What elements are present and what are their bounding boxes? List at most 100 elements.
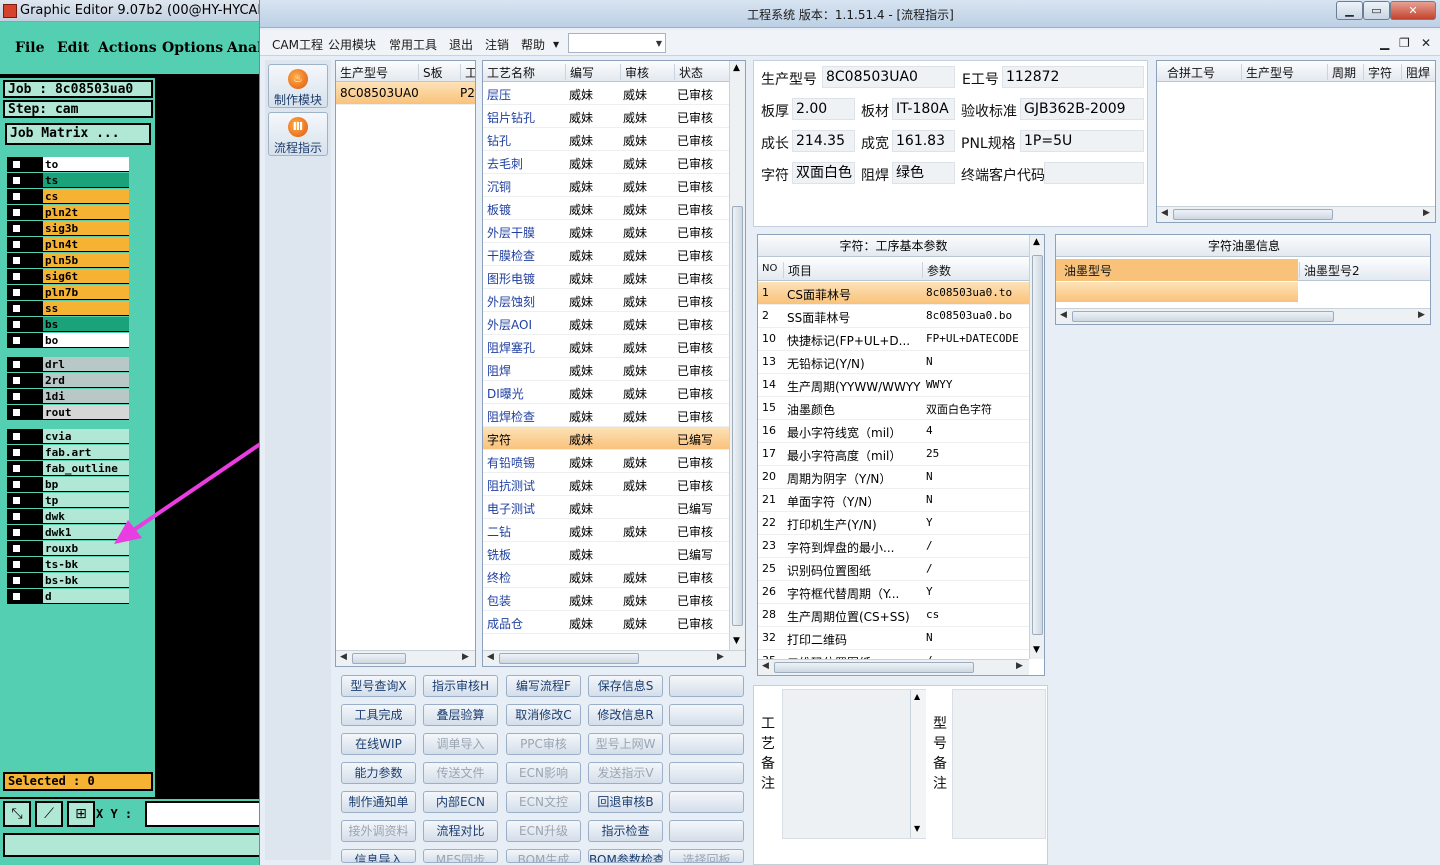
menu-logout[interactable]: 注销: [485, 36, 509, 53]
table-row[interactable]: 终检 威妹 威妹 已审核: [483, 565, 729, 588]
menu-exit[interactable]: 退出: [449, 36, 473, 53]
layer-checkbox-cell[interactable]: [7, 317, 43, 332]
col-status[interactable]: 状态: [674, 64, 729, 80]
layer-name[interactable]: bo: [43, 333, 129, 348]
menu-file[interactable]: File: [15, 40, 44, 56]
table-row[interactable]: 阻焊塞孔 威妹 威妹 已审核: [483, 335, 729, 358]
table-row[interactable]: 铝片钻孔 威妹 威妹 已审核: [483, 105, 729, 128]
param-row[interactable]: 2 SS面菲林号 8c08503ua0.bo: [758, 305, 1029, 328]
layer-checkbox[interactable]: [11, 495, 22, 506]
col-merge-char[interactable]: 字符: [1363, 64, 1401, 80]
layer-item[interactable]: bs: [7, 317, 129, 332]
layer-item[interactable]: pln7b: [7, 285, 129, 300]
layer-checkbox[interactable]: [11, 407, 22, 418]
layer-checkbox-cell[interactable]: [7, 461, 43, 476]
layer-checkbox-cell[interactable]: [7, 589, 43, 604]
col-s-board[interactable]: S板: [418, 64, 460, 80]
layer-checkbox[interactable]: [11, 191, 22, 202]
char-field[interactable]: 双面白色: [792, 162, 855, 184]
param-row[interactable]: 32 打印二维码 N: [758, 627, 1029, 650]
layer-name[interactable]: pln7b: [43, 285, 129, 300]
layer-name[interactable]: ts: [43, 173, 129, 188]
action-button[interactable]: 内部ECN: [423, 791, 498, 813]
layer-checkbox[interactable]: [11, 559, 22, 570]
layer-checkbox[interactable]: [11, 239, 22, 250]
layer-checkbox[interactable]: [11, 575, 22, 586]
menu-analysis[interactable]: Anal: [227, 40, 262, 56]
layer-checkbox-cell[interactable]: [7, 557, 43, 572]
layer-item[interactable]: ts: [7, 173, 129, 188]
table-row[interactable]: 电子测试 威妹 已编写: [483, 496, 729, 519]
layer-checkbox-cell[interactable]: [7, 429, 43, 444]
layer-item[interactable]: pln5b: [7, 253, 129, 268]
layer-item[interactable]: pln4t: [7, 237, 129, 252]
layer-name[interactable]: to: [43, 157, 129, 172]
layer-name[interactable]: ss: [43, 301, 129, 316]
layer-checkbox[interactable]: [11, 591, 22, 602]
param-row[interactable]: 22 打印机生产(Y/N) Y: [758, 512, 1029, 535]
table-row[interactable]: 阻焊 威妹 威妹 已审核: [483, 358, 729, 381]
ink-hscroll[interactable]: ◀ ▶: [1056, 308, 1430, 324]
action-button[interactable]: ECN影响: [506, 762, 581, 784]
job-matrix-button[interactable]: Job Matrix ...: [5, 123, 151, 145]
table-row[interactable]: 外层蚀刻 威妹 威妹 已审核: [483, 289, 729, 312]
table-row[interactable]: 沉铜 威妹 威妹 已审核: [483, 174, 729, 197]
menu-cam[interactable]: CAM工程: [272, 36, 323, 53]
scroll-thumb[interactable]: [1173, 209, 1333, 220]
table-row[interactable]: 外层AOI 威妹 威妹 已审核: [483, 312, 729, 335]
layer-checkbox-cell[interactable]: [7, 389, 43, 404]
layer-name[interactable]: d: [43, 589, 129, 604]
layer-checkbox[interactable]: [11, 255, 22, 266]
table-row[interactable]: 阻抗测试 威妹 威妹 已审核: [483, 473, 729, 496]
action-button[interactable]: 指示审核H: [423, 675, 498, 697]
action-button[interactable]: 信息导入: [341, 849, 416, 863]
param-row[interactable]: 25 识别码位置图纸 /: [758, 558, 1029, 581]
action-button[interactable]: 型号查询X: [341, 675, 416, 697]
layer-checkbox-cell[interactable]: [7, 541, 43, 556]
zoom-fit-icon[interactable]: ⤡: [3, 801, 31, 827]
layer-checkbox-cell[interactable]: [7, 373, 43, 388]
layer-checkbox-cell[interactable]: [7, 509, 43, 524]
layer-item[interactable]: ts-bk: [7, 557, 129, 572]
length-field[interactable]: 214.35: [792, 130, 855, 152]
layer-checkbox[interactable]: [11, 319, 22, 330]
layer-checkbox-cell[interactable]: [7, 173, 43, 188]
scroll-thumb[interactable]: [499, 653, 639, 664]
layer-name[interactable]: sig3b: [43, 221, 129, 236]
layer-name[interactable]: pln4t: [43, 237, 129, 252]
table-row[interactable]: 字符 威妹 已编写: [483, 427, 729, 450]
nav-flow-indication[interactable]: Ⅲ 流程指示: [268, 112, 328, 156]
layer-checkbox-cell[interactable]: [7, 573, 43, 588]
col-ink-model[interactable]: 油墨型号: [1056, 259, 1298, 281]
action-button[interactable]: [669, 704, 744, 726]
param-row[interactable]: 20 周期为阴字（Y/N） N: [758, 466, 1029, 489]
material-field[interactable]: IT-180A: [892, 98, 955, 120]
layer-checkbox[interactable]: [11, 447, 22, 458]
mdi-restore-icon[interactable]: ❐: [1399, 36, 1410, 50]
layer-checkbox[interactable]: [11, 207, 22, 218]
table-row[interactable]: 外层干膜 威妹 威妹 已审核: [483, 220, 729, 243]
layer-checkbox[interactable]: [11, 431, 22, 442]
thickness-field[interactable]: 2.00: [792, 98, 855, 120]
process-grid-vscroll[interactable]: ▲ ▼: [729, 61, 745, 650]
action-button[interactable]: 叠层验算: [423, 704, 498, 726]
params-hscroll[interactable]: ◀ ▶: [758, 659, 1029, 675]
action-button[interactable]: 指示检查: [588, 820, 663, 842]
param-row[interactable]: 13 无铅标记(Y/N) N: [758, 351, 1029, 374]
action-button[interactable]: [669, 820, 744, 842]
action-button[interactable]: 制作通知单: [341, 791, 416, 813]
merge-grid-hscroll[interactable]: ◀ ▶: [1157, 206, 1435, 222]
action-button[interactable]: [669, 791, 744, 813]
table-row[interactable]: 图形电镀 威妹 威妹 已审核: [483, 266, 729, 289]
layer-item[interactable]: to: [7, 157, 129, 172]
params-vscroll[interactable]: ▲ ▼: [1029, 235, 1044, 659]
param-row[interactable]: 10 快捷标记(FP+UL+D... FP+UL+DATECODE: [758, 328, 1029, 351]
col-merge-model[interactable]: 生产型号: [1241, 64, 1327, 80]
layer-checkbox-cell[interactable]: [7, 301, 43, 316]
mask-field[interactable]: 绿色: [892, 162, 955, 184]
layer-checkbox[interactable]: [11, 159, 22, 170]
layer-checkbox[interactable]: [11, 391, 22, 402]
scroll-thumb[interactable]: [352, 653, 406, 664]
action-button[interactable]: 接外调资料: [341, 820, 416, 842]
param-row[interactable]: 28 生产周期位置(CS+SS) cs: [758, 604, 1029, 627]
